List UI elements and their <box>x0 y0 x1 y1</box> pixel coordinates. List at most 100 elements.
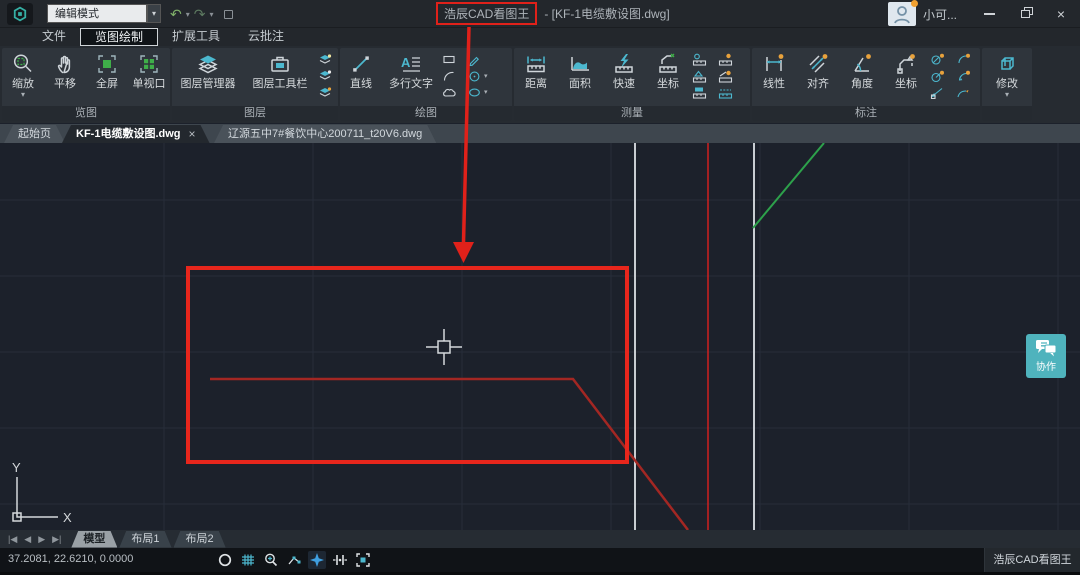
grid-toggle-icon[interactable] <box>239 551 257 569</box>
dim-ordinate-button[interactable]: 坐标 <box>884 48 928 106</box>
fullscreen-view-button[interactable]: 全屏 <box>86 48 128 106</box>
layout-tab-model[interactable]: 模型 <box>71 531 117 548</box>
tab-cloud-annotation[interactable]: 云批注 <box>234 28 298 46</box>
tab-view-draw[interactable]: 览图绘制 <box>80 28 158 46</box>
object-snap-icon[interactable] <box>308 551 326 569</box>
modify-caret-icon: ▾ <box>1005 91 1009 98</box>
group-label-modify <box>982 106 1032 121</box>
layout-tab-layout2[interactable]: 布局2 <box>174 531 226 548</box>
user-account[interactable]: 小可... <box>888 2 957 26</box>
tab-file[interactable]: 文件 <box>28 28 80 46</box>
layer-on-icon[interactable] <box>318 52 334 67</box>
nav-last-icon[interactable]: ▶| <box>52 534 61 545</box>
layer-off-icon[interactable] <box>318 69 334 84</box>
minimize-button[interactable] <box>978 4 1000 24</box>
sketch-tool-icon[interactable] <box>468 52 502 67</box>
measure-area-button[interactable]: 面积 <box>558 48 602 106</box>
measure-quick-button[interactable]: 快速 <box>602 48 646 106</box>
measure-rectangle-icon[interactable] <box>692 85 714 100</box>
lineweight-toggle-icon[interactable] <box>331 551 349 569</box>
close-button[interactable]: × <box>1050 4 1072 24</box>
magnifier-icon <box>11 52 35 76</box>
dim-linear-button[interactable]: 线性 <box>752 48 796 106</box>
measure-radius-icon[interactable] <box>718 69 740 84</box>
mtext-button[interactable]: A 多行文字 <box>382 48 440 106</box>
dim-arc-length-icon[interactable] <box>956 52 978 67</box>
ellipse-tool-icon[interactable]: ▾ <box>468 85 502 100</box>
layer-manager-button[interactable]: 图层管理器 <box>172 48 244 106</box>
dim-diameter-icon[interactable] <box>930 52 952 67</box>
cad-red-polyline <box>210 379 688 530</box>
ellipse-caret-icon: ▾ <box>484 89 488 96</box>
redo-caret-icon[interactable]: ▾ <box>209 10 213 19</box>
circle-tool-icon[interactable]: ▾ <box>468 69 502 84</box>
zoom-button[interactable]: 缩放 ▾ <box>2 48 44 106</box>
redo-icon[interactable]: ↷ <box>194 6 206 23</box>
window-title: 浩辰CAD看图王 - [KF-1电缆敷设图.dwg] <box>436 2 670 25</box>
modify-button[interactable]: 修改 ▾ <box>982 48 1032 106</box>
tab-extended-tools[interactable]: 扩展工具 <box>158 28 234 46</box>
dim-radius-icon[interactable] <box>930 69 952 84</box>
chat-bubbles-icon <box>1035 339 1057 357</box>
nav-prev-icon[interactable]: ◀ <box>24 534 31 545</box>
annotation-rectangle <box>188 268 627 462</box>
isometric-toggle-icon[interactable] <box>216 551 234 569</box>
layout-nav: |◀ ◀ ▶ ▶| <box>8 534 61 545</box>
cad-green-line <box>753 143 824 228</box>
layout-tab-layout1[interactable]: 布局1 <box>119 531 171 548</box>
svg-text:A: A <box>401 55 411 70</box>
dim-aligned-button[interactable]: 对齐 <box>796 48 840 106</box>
pan-button[interactable]: 平移 <box>44 48 86 106</box>
fullscreen-toggle-icon[interactable] <box>354 551 372 569</box>
group-label-measure: 测量 <box>514 106 750 121</box>
doc-tab-start-page[interactable]: 起始页 <box>4 125 65 143</box>
measure-arc-icon[interactable] <box>718 52 740 67</box>
rectangle-tool-icon[interactable] <box>442 52 464 67</box>
doc-tab-close-icon[interactable]: × <box>189 125 196 143</box>
group-label-dimension: 标注 <box>752 106 980 121</box>
coordinate-leader-icon <box>656 52 680 76</box>
measure-list-icon[interactable] <box>718 85 740 100</box>
area-icon <box>568 52 592 76</box>
quick-access-extra-icon[interactable] <box>224 10 233 19</box>
edit-mode-caret-icon[interactable]: ▾ <box>147 4 161 23</box>
user-avatar-icon[interactable] <box>888 2 916 26</box>
measure-angle-icon[interactable] <box>692 69 714 84</box>
title-bar: 编辑模式 ▾ ↶ ▾ ↷ ▾ 浩辰CAD看图王 - [KF-1电缆敷设图.dwg… <box>0 0 1080 28</box>
distance-icon <box>524 52 548 76</box>
dim-linear-icon <box>762 52 786 76</box>
revision-cloud-icon[interactable] <box>442 85 464 100</box>
nav-next-icon[interactable]: ▶ <box>38 534 45 545</box>
single-viewport-button[interactable]: 单视口 <box>128 48 170 106</box>
nav-first-icon[interactable]: |◀ <box>8 534 17 545</box>
layer-toolbar-button[interactable]: 图层工具栏 <box>244 48 316 106</box>
layer-freeze-icon[interactable] <box>318 85 334 100</box>
status-toggles <box>216 551 372 569</box>
undo-icon[interactable]: ↶ <box>170 6 182 23</box>
arc-tool-icon[interactable] <box>442 69 464 84</box>
polyline-snap-icon[interactable] <box>285 551 303 569</box>
collaborate-label: 协作 <box>1036 358 1056 373</box>
dim-leader-icon[interactable] <box>956 85 978 100</box>
drawing-canvas[interactable]: Y X <box>0 143 1080 530</box>
restore-button[interactable] <box>1014 4 1036 24</box>
cad-drawing: Y X <box>0 143 1080 530</box>
document-tab-bar: 起始页 KF-1电缆敷设图.dwg × 辽源五中7#餐饮中心200711_t20… <box>0 124 1080 143</box>
dim-jog-icon[interactable] <box>930 85 952 100</box>
line-button[interactable]: 直线 <box>340 48 382 106</box>
ribbon: 缩放 ▾ 平移 全屏 单视口 览图 <box>0 46 1080 123</box>
undo-caret-icon[interactable]: ▾ <box>186 10 190 19</box>
measure-entity-icon[interactable] <box>692 52 714 67</box>
doc-tab-active[interactable]: KF-1电缆敷设图.dwg × <box>62 125 210 143</box>
dim-angular2-icon[interactable] <box>956 69 978 84</box>
edit-mode-select[interactable]: 编辑模式 <box>47 4 147 23</box>
dim-angular-button[interactable]: 角度 <box>840 48 884 106</box>
zoom-lock-icon[interactable] <box>262 551 280 569</box>
group-label-draw: 绘图 <box>340 106 512 121</box>
doc-tab-second[interactable]: 辽源五中7#餐饮中心200711_t20V6.dwg <box>214 125 436 143</box>
group-label-layer: 图层 <box>172 106 338 121</box>
fullscreen-view-icon <box>95 52 119 76</box>
collaborate-button[interactable]: 协作 <box>1026 334 1066 378</box>
measure-coordinate-button[interactable]: 坐标 <box>646 48 690 106</box>
measure-distance-button[interactable]: 距离 <box>514 48 558 106</box>
